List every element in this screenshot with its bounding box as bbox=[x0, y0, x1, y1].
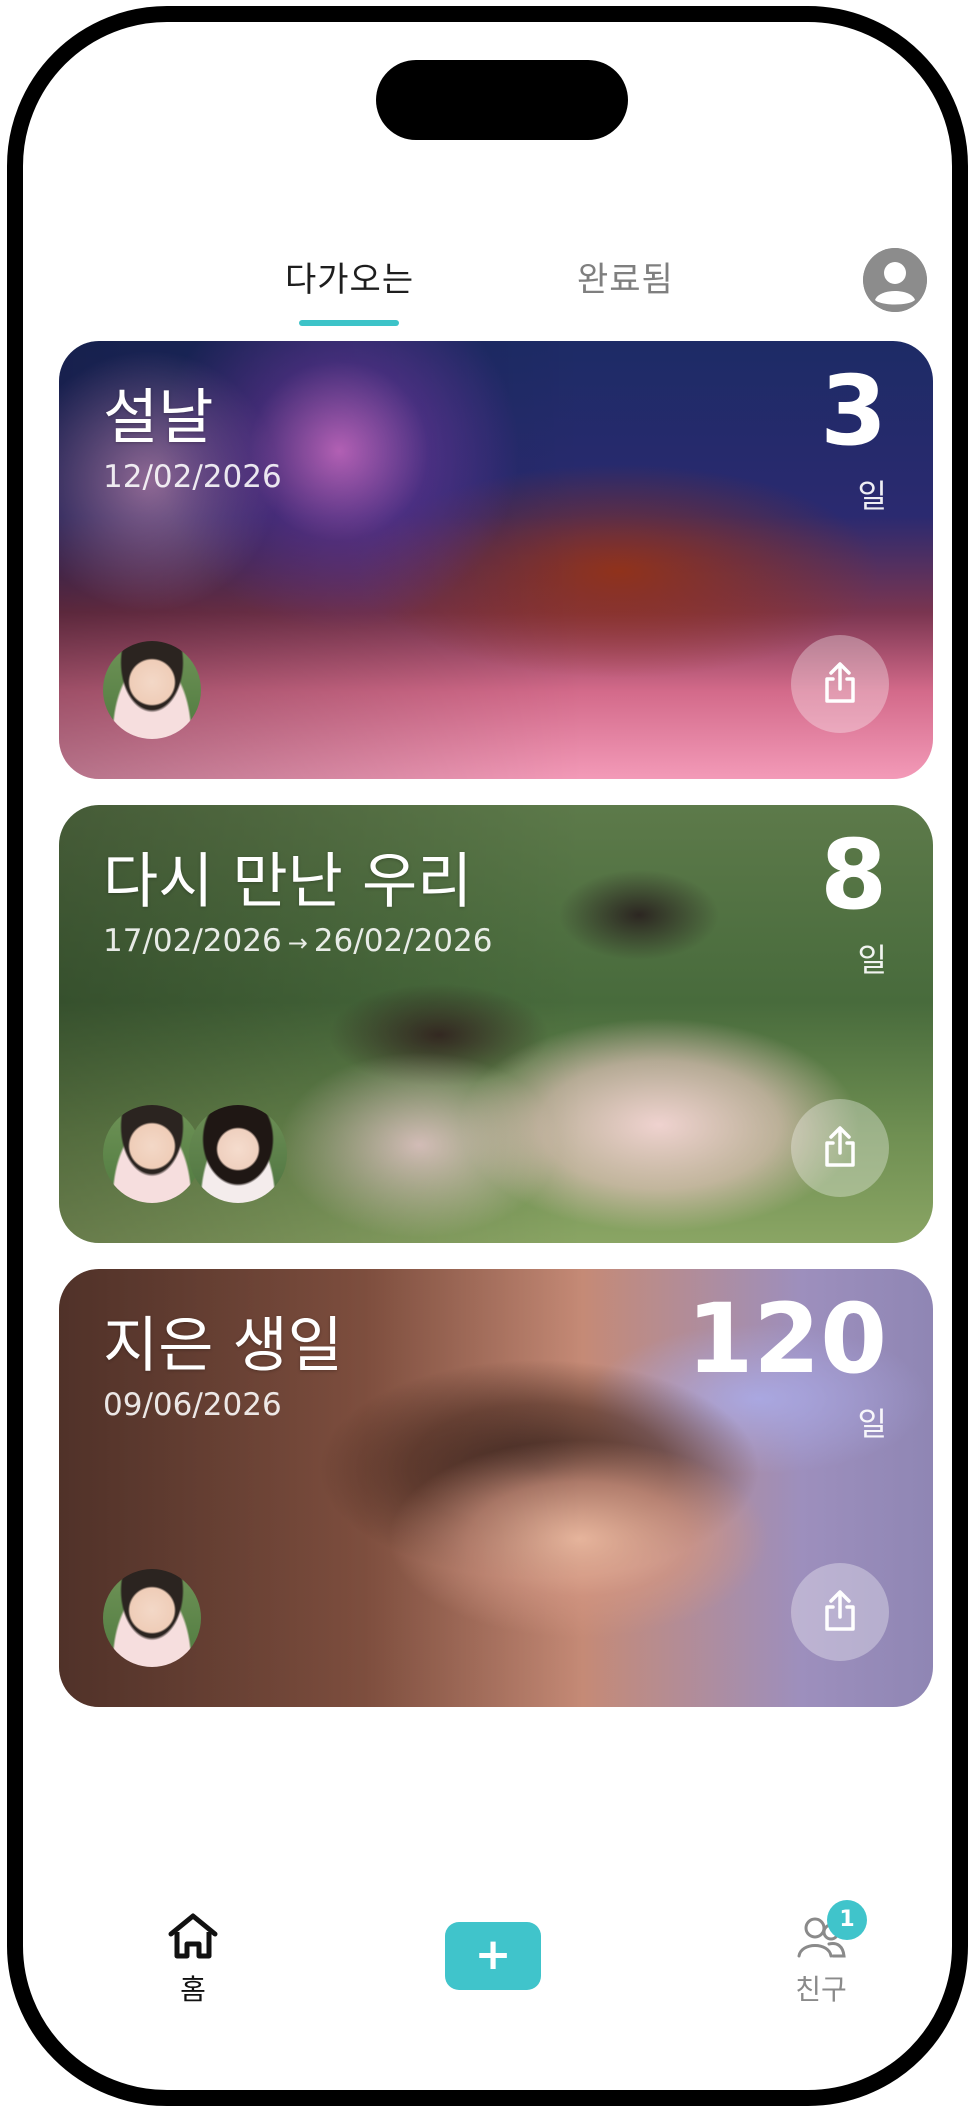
active-tab-indicator bbox=[299, 320, 399, 326]
share-button[interactable] bbox=[791, 1563, 889, 1661]
home-icon bbox=[168, 1913, 218, 1959]
event-start-date: 17/02/2026 bbox=[103, 923, 282, 959]
participant-avatar bbox=[103, 641, 201, 739]
days-remaining: 8 bbox=[820, 819, 887, 931]
profile-icon[interactable] bbox=[863, 248, 927, 312]
notification-badge: 1 bbox=[827, 1900, 867, 1940]
share-icon bbox=[825, 1590, 855, 1631]
days-unit: 일 bbox=[857, 477, 887, 515]
event-title: 다시 만난 우리 bbox=[103, 847, 473, 917]
participant-avatar bbox=[103, 1569, 201, 1667]
event-card-1[interactable]: 설날 12/02/2026 3 일 bbox=[59, 341, 933, 779]
event-card-2[interactable]: 다시 만난 우리 17/02/2026 → 26/02/2026 8 일 bbox=[59, 805, 933, 1243]
days-remaining: 120 bbox=[686, 1283, 887, 1395]
share-button[interactable] bbox=[791, 635, 889, 733]
phone-frame: 다가오는 완료됨 설날 12/02/2026 3 일 다시 만난 우리 17/0… bbox=[7, 6, 968, 2106]
nav-home-label: 홈 bbox=[180, 1973, 206, 2006]
event-end-date: 26/02/2026 bbox=[313, 923, 493, 959]
tab-completed[interactable]: 완료됨 bbox=[577, 252, 674, 301]
participant-avatar bbox=[103, 1105, 201, 1203]
share-icon bbox=[825, 1126, 855, 1167]
date-arrow: → bbox=[287, 929, 308, 957]
days-unit: 일 bbox=[857, 1405, 887, 1443]
share-button[interactable] bbox=[791, 1099, 889, 1197]
top-tabs: 다가오는 완료됨 bbox=[23, 232, 952, 332]
participant-avatar bbox=[189, 1105, 287, 1203]
event-date: 09/06/2026 bbox=[103, 1387, 282, 1423]
days-remaining: 3 bbox=[820, 355, 887, 467]
bottom-tab-bar: 홈 + 1 친구 bbox=[23, 1890, 952, 2090]
add-event-button[interactable]: + bbox=[445, 1922, 541, 1990]
event-title: 지은 생일 bbox=[103, 1311, 343, 1381]
share-icon bbox=[825, 662, 855, 703]
plus-icon: + bbox=[474, 1929, 512, 1980]
event-title: 설날 bbox=[103, 383, 214, 453]
event-date-range: 17/02/2026 → 26/02/2026 bbox=[103, 923, 492, 959]
nav-friends[interactable]: 1 친구 bbox=[779, 1900, 867, 2008]
nav-friends-label: 친구 bbox=[795, 1973, 847, 2006]
tab-upcoming[interactable]: 다가오는 bbox=[285, 252, 414, 301]
days-unit: 일 bbox=[857, 941, 887, 979]
nav-home[interactable]: 홈 bbox=[151, 1912, 235, 2008]
dynamic-island bbox=[376, 60, 628, 140]
event-card-3[interactable]: 지은 생일 09/06/2026 120 일 bbox=[59, 1269, 933, 1707]
event-date: 12/02/2026 bbox=[103, 459, 282, 495]
